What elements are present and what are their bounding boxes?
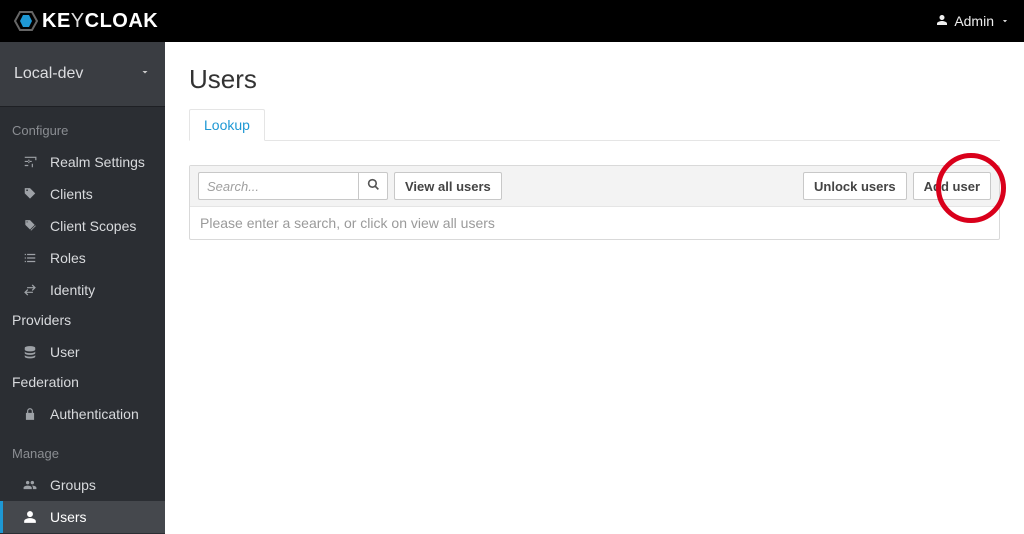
chevron-down-icon xyxy=(139,65,151,83)
realm-name: Local-dev xyxy=(14,65,83,83)
chevron-down-icon xyxy=(1000,13,1010,29)
list-icon xyxy=(22,250,38,266)
database-icon xyxy=(22,344,38,360)
keycloak-logo[interactable]: KEYCLOAK xyxy=(14,9,158,33)
tags-icon xyxy=(22,218,38,234)
tabs: Lookup xyxy=(189,109,1000,141)
sidebar-item-roles[interactable]: Roles xyxy=(0,242,165,274)
tag-icon xyxy=(22,186,38,202)
sidebar-item-user-federation[interactable]: User Federation xyxy=(0,336,165,398)
sidebar-item-label: Clients xyxy=(50,186,153,202)
sidebar-item-clients[interactable]: Clients xyxy=(0,178,165,210)
sidebar: Local-dev Configure Realm Settings Clien… xyxy=(0,42,165,534)
user-icon xyxy=(22,509,38,525)
unlock-users-button[interactable]: Unlock users xyxy=(803,172,907,200)
page-title: Users xyxy=(189,64,1000,95)
sidebar-item-users[interactable]: Users xyxy=(0,501,165,533)
hexagon-icon xyxy=(14,9,38,33)
view-all-users-button[interactable]: View all users xyxy=(394,172,502,200)
sidebar-item-label-2: Federation xyxy=(12,374,143,390)
sidebar-item-label: Authentication xyxy=(50,406,153,422)
sidebar-item-label-2: Providers xyxy=(12,312,143,328)
sidebar-item-identity-providers[interactable]: Identity Providers xyxy=(0,274,165,336)
sidebar-item-label: User xyxy=(50,344,153,360)
user-menu-label: Admin xyxy=(954,13,994,29)
search-button[interactable] xyxy=(358,172,388,200)
sidebar-item-label: Realm Settings xyxy=(50,154,153,170)
search-input[interactable] xyxy=(198,172,358,200)
sidebar-item-realm-settings[interactable]: Realm Settings xyxy=(0,146,165,178)
logo-text: KEYCLOAK xyxy=(42,10,158,33)
user-icon xyxy=(936,13,948,29)
search-group xyxy=(198,172,388,200)
sidebar-item-groups[interactable]: Groups xyxy=(0,469,165,501)
swap-icon xyxy=(22,282,38,298)
sidebar-item-label: Groups xyxy=(50,477,153,493)
users-icon xyxy=(22,477,38,493)
search-icon xyxy=(367,178,380,194)
sidebar-item-label: Identity xyxy=(50,282,153,298)
topbar: KEYCLOAK Admin xyxy=(0,0,1024,42)
tab-lookup[interactable]: Lookup xyxy=(189,109,265,141)
user-menu[interactable]: Admin xyxy=(936,13,1010,29)
section-configure: Configure xyxy=(0,107,165,146)
sidebar-item-label: Users xyxy=(50,509,153,525)
user-table: View all users Unlock users Add user Ple… xyxy=(189,165,1000,240)
sidebar-item-label: Roles xyxy=(50,250,153,266)
sidebar-item-label: Client Scopes xyxy=(50,218,153,234)
lock-icon xyxy=(22,406,38,422)
sidebar-item-client-scopes[interactable]: Client Scopes xyxy=(0,210,165,242)
add-user-button[interactable]: Add user xyxy=(913,172,991,200)
table-toolbar: View all users Unlock users Add user xyxy=(190,166,999,207)
table-empty-hint: Please enter a search, or click on view … xyxy=(190,207,999,239)
sliders-icon xyxy=(22,154,38,170)
sidebar-item-authentication[interactable]: Authentication xyxy=(0,398,165,430)
realm-selector[interactable]: Local-dev xyxy=(0,42,165,107)
main-content: Users Lookup View all users Unlock users… xyxy=(165,42,1024,534)
section-manage: Manage xyxy=(0,430,165,469)
